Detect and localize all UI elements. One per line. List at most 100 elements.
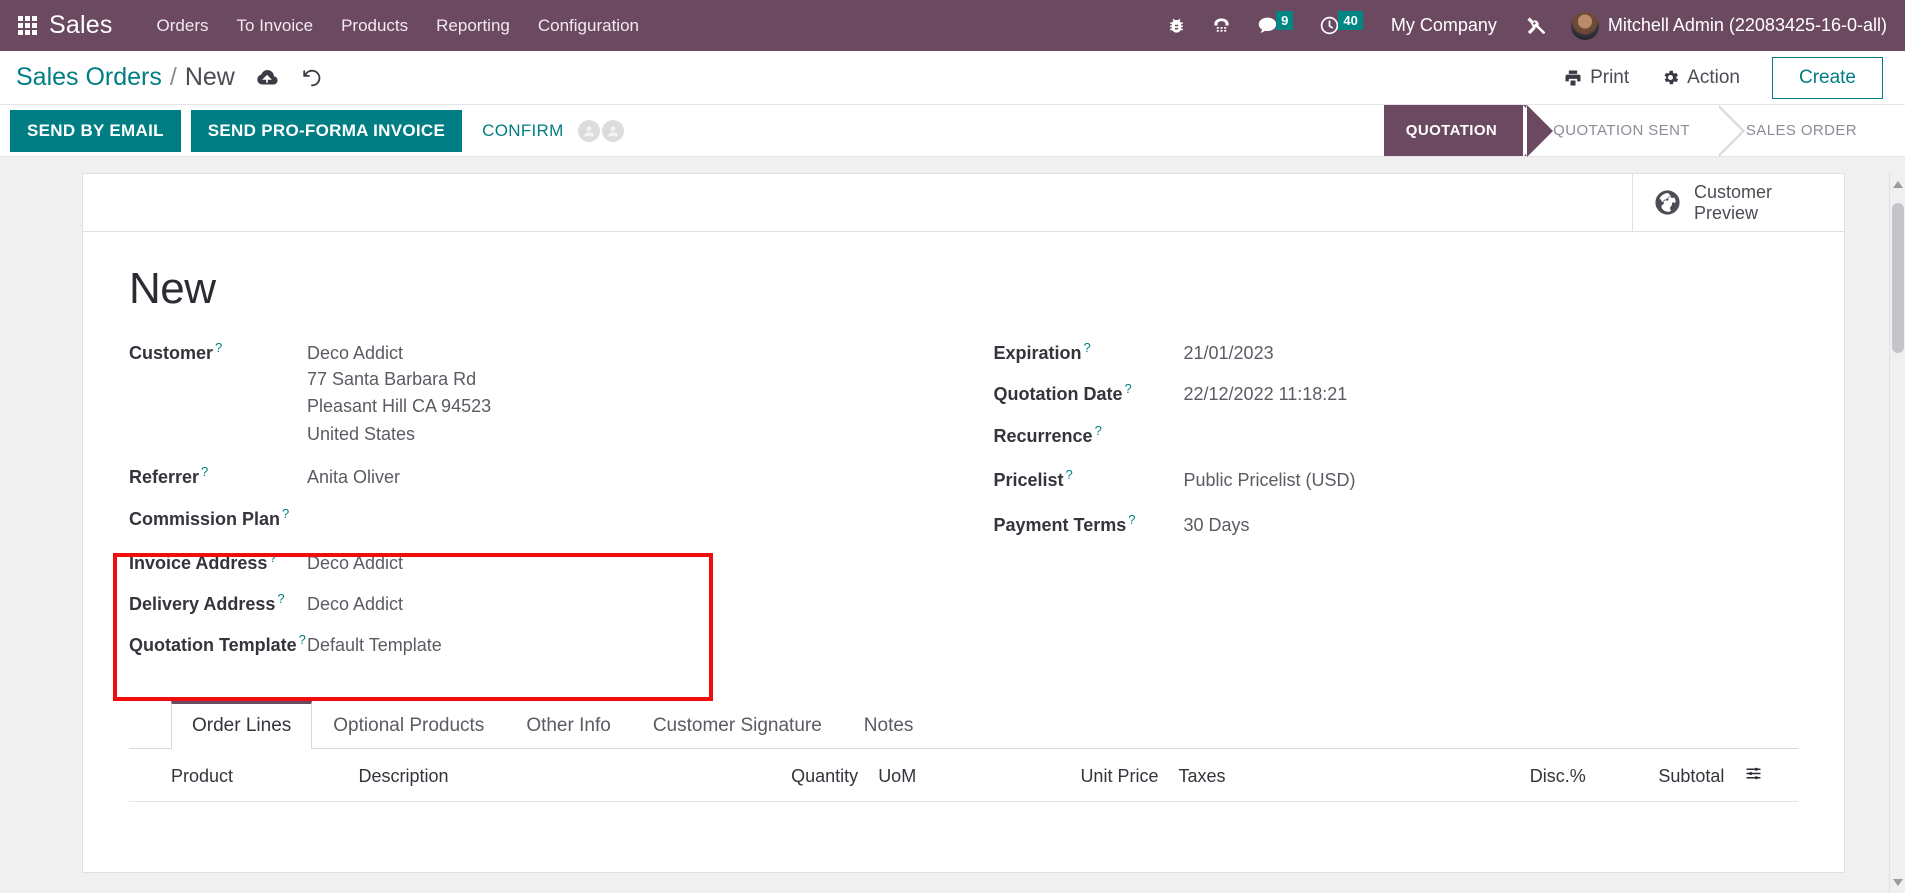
vertical-scrollbar[interactable] xyxy=(1889,173,1905,893)
scroll-up-arrow-icon[interactable] xyxy=(1893,181,1903,188)
address-line-2: Pleasant Hill CA 94523 xyxy=(307,396,492,417)
help-tip-icon[interactable]: ? xyxy=(1084,340,1091,355)
column-header-uom[interactable]: UoM xyxy=(868,749,1019,803)
stat-button-box: Customer Preview xyxy=(83,174,1844,232)
action-button[interactable]: Action xyxy=(1649,61,1752,95)
column-header-taxes[interactable]: Taxes xyxy=(1168,749,1458,803)
chat-bubble-icon[interactable]: 9 xyxy=(1245,9,1305,42)
help-tip-icon[interactable]: ? xyxy=(215,340,222,355)
column-header-discount[interactable]: Disc.% xyxy=(1457,749,1596,803)
column-header-description[interactable]: Description xyxy=(348,749,730,803)
help-tip-icon[interactable]: ? xyxy=(269,550,276,565)
field-quotation-date: Quotation Date? 22/12/2022 11:18:21 xyxy=(994,381,1799,422)
customer-address[interactable]: 77 Santa Barbara Rd Pleasant Hill CA 945… xyxy=(307,364,491,448)
form-view-area: Customer Preview New Customer? Deco Addi… xyxy=(0,157,1905,893)
help-tip-icon[interactable]: ? xyxy=(299,632,306,647)
company-switcher[interactable]: My Company xyxy=(1377,9,1511,42)
field-delivery-address-value[interactable]: Deco Addict xyxy=(307,594,403,615)
send-by-email-button[interactable]: SEND BY EMAIL xyxy=(10,109,181,152)
help-tip-icon[interactable]: ? xyxy=(277,591,284,606)
menu-orders[interactable]: Orders xyxy=(143,10,223,42)
field-quotation-template: Quotation Template? Default Template xyxy=(129,632,964,673)
column-header-product[interactable]: Product xyxy=(129,749,349,803)
field-customer-label: Customer? xyxy=(129,340,223,363)
send-pro-forma-invoice-button[interactable]: SEND PRO-FORMA INVOICE xyxy=(190,109,463,152)
scrollbar-thumb[interactable] xyxy=(1892,203,1904,353)
help-tip-icon[interactable]: ? xyxy=(1128,512,1135,527)
followers-avatars[interactable] xyxy=(577,119,624,142)
field-commission-plan-label: Commission Plan? xyxy=(129,506,290,530)
field-delivery-address-label: Delivery Address? xyxy=(129,591,285,615)
breadcrumb-current: New xyxy=(184,63,235,91)
create-button[interactable]: Create xyxy=(1771,56,1883,99)
clock-activity-icon[interactable]: 40 xyxy=(1307,9,1374,42)
form-column-left: Customer? Deco Addict 77 Santa Barbara R… xyxy=(113,340,964,701)
field-invoice-address-value[interactable]: Deco Addict xyxy=(307,553,403,574)
field-referrer-value[interactable]: Anita Oliver xyxy=(307,467,400,488)
field-commission-plan-value[interactable] xyxy=(307,505,487,525)
undo-discard-icon[interactable] xyxy=(301,67,323,89)
field-recurrence-value[interactable] xyxy=(1184,422,1364,442)
navbar-systray: 9 40 My Company Mitchell Admin (22083425… xyxy=(1155,8,1893,44)
help-tip-icon[interactable]: ? xyxy=(201,464,208,479)
user-name-label: Mitchell Admin (22083425-16-0-all) xyxy=(1607,15,1887,35)
action-label: Action xyxy=(1687,66,1740,88)
tab-order-lines[interactable]: Order Lines xyxy=(171,701,313,750)
column-header-subtotal[interactable]: Subtotal xyxy=(1595,749,1735,803)
field-customer: Customer? Deco Addict 77 Santa Barbara R… xyxy=(129,340,964,448)
tab-optional-products[interactable]: Optional Products xyxy=(312,701,505,749)
form-statusbar: SEND BY EMAIL SEND PRO-FORMA INVOICE CON… xyxy=(0,105,1905,157)
column-options-cell xyxy=(1734,749,1798,803)
help-tip-icon[interactable]: ? xyxy=(1066,467,1073,482)
bug-icon[interactable] xyxy=(1155,10,1198,41)
menu-to-invoice[interactable]: To Invoice xyxy=(223,10,328,42)
phone-keypad-icon[interactable] xyxy=(1200,10,1243,41)
activity-badge-count: 40 xyxy=(1338,11,1363,30)
breadcrumb-actions xyxy=(255,67,323,89)
cloud-upload-save-icon[interactable] xyxy=(255,68,279,88)
menu-products[interactable]: Products xyxy=(327,10,422,42)
tools-wrench-icon[interactable] xyxy=(1513,9,1559,43)
print-button[interactable]: Print xyxy=(1551,61,1641,95)
menu-reporting[interactable]: Reporting xyxy=(422,10,524,42)
field-invoice-address-label: Invoice Address? xyxy=(129,550,277,574)
stage-statusbar: QUOTATION QUOTATION SENT SALES ORDER xyxy=(1383,105,1905,157)
apps-grid-icon[interactable] xyxy=(18,16,37,35)
tab-notes[interactable]: Notes xyxy=(843,701,935,749)
field-payment-terms-value[interactable]: 30 Days xyxy=(1184,515,1250,536)
tab-other-info[interactable]: Other Info xyxy=(505,701,632,749)
field-expiration-value[interactable]: 21/01/2023 xyxy=(1184,343,1274,364)
form-columns: Customer? Deco Addict 77 Santa Barbara R… xyxy=(113,340,1799,701)
confirm-button[interactable]: CONFIRM xyxy=(472,110,573,152)
menu-configuration[interactable]: Configuration xyxy=(524,10,653,42)
field-quotation-date-value[interactable]: 22/12/2022 11:18:21 xyxy=(1184,384,1348,405)
field-referrer: Referrer? Anita Oliver xyxy=(129,464,964,505)
field-quotation-date-label: Quotation Date? xyxy=(993,381,1132,404)
field-invoice-address: Invoice Address? Deco Addict xyxy=(129,550,964,591)
column-header-unit-price[interactable]: Unit Price xyxy=(1018,749,1169,803)
breadcrumb-sales-orders[interactable]: Sales Orders xyxy=(16,63,162,92)
notebook-tabs: Order Lines Optional Products Other Info… xyxy=(129,701,1798,750)
help-tip-icon[interactable]: ? xyxy=(1095,423,1102,438)
field-customer-value[interactable]: Deco Addict xyxy=(307,343,491,364)
field-expiration: Expiration? 21/01/2023 xyxy=(994,340,1799,381)
app-brand-sales[interactable]: Sales xyxy=(49,11,113,40)
scroll-down-arrow-icon[interactable] xyxy=(1893,879,1903,886)
user-menu[interactable]: Mitchell Admin (22083425-16-0-all) xyxy=(1561,8,1893,44)
form-sheet: Customer Preview New Customer? Deco Addi… xyxy=(82,173,1845,873)
help-tip-icon[interactable]: ? xyxy=(282,506,289,521)
stage-quotation-sent[interactable]: QUOTATION SENT xyxy=(1523,105,1720,157)
control-panel-actions: Print Action Create xyxy=(1551,56,1883,99)
stage-sales-order[interactable]: SALES ORDER xyxy=(1715,105,1887,157)
column-options-sliders-icon[interactable] xyxy=(1744,765,1763,787)
tab-customer-signature[interactable]: Customer Signature xyxy=(632,701,843,749)
stage-quotation[interactable]: QUOTATION xyxy=(1383,105,1554,157)
help-tip-icon[interactable]: ? xyxy=(1125,381,1132,396)
globe-icon xyxy=(1655,190,1680,215)
column-header-quantity[interactable]: Quantity xyxy=(729,749,869,803)
field-payment-terms: Payment Terms? 30 Days xyxy=(994,512,1799,553)
form-column-right: Expiration? 21/01/2023 Quotation Date? 2… xyxy=(964,340,1799,673)
customer-preview-button[interactable]: Customer Preview xyxy=(1632,174,1844,231)
field-quotation-template-value[interactable]: Default Template xyxy=(307,635,442,656)
field-pricelist-value[interactable]: Public Pricelist (USD) xyxy=(1184,470,1356,491)
